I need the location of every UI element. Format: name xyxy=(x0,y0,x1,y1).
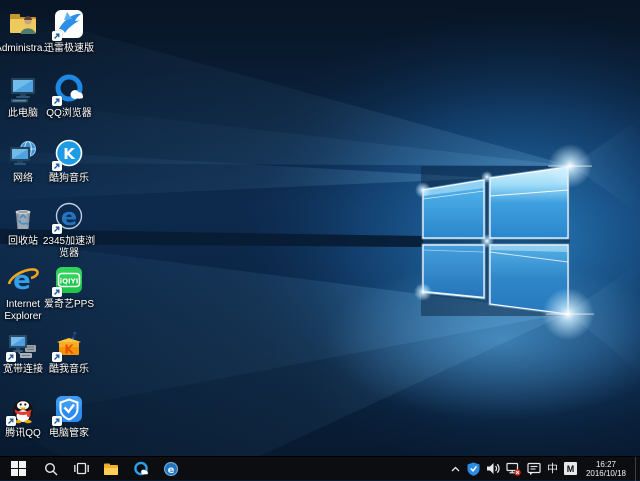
desktop-icon-label: 爱奇艺PPS xyxy=(38,299,100,311)
qq-browser-icon xyxy=(133,461,149,477)
system-tray: 中 M 16:27 2016/10/18 xyxy=(450,457,640,481)
task-view-button[interactable] xyxy=(66,457,96,481)
search-icon xyxy=(44,462,58,476)
desktop-icon-thunder[interactable]: 迅雷极速版 xyxy=(38,8,100,55)
clock-time: 16:27 xyxy=(586,460,626,469)
ime-language-badge: M xyxy=(564,462,577,475)
shortcut-arrow-icon xyxy=(6,416,16,426)
desktop-icon-label: QQ浏览器 xyxy=(38,108,100,120)
action-center-button[interactable] xyxy=(527,457,541,481)
shortcut-arrow-icon xyxy=(52,416,62,426)
desktop-icon-qq-browser[interactable]: QQ浏览器 xyxy=(38,73,100,120)
desktop-icon-kugou-music[interactable]: K 酷狗音乐 xyxy=(38,138,100,185)
desktop-icon-label: 酷我音乐 xyxy=(38,364,100,376)
shortcut-arrow-icon xyxy=(52,31,62,41)
desktop-icon-label: 2345加速浏览器 xyxy=(38,236,100,260)
speaker-icon xyxy=(486,462,500,475)
network-disconnected-icon xyxy=(506,462,521,476)
action-center-icon xyxy=(527,462,541,476)
shortcut-arrow-icon xyxy=(52,352,62,362)
task-view-icon xyxy=(74,462,89,475)
ime-mode-indicator[interactable]: 中 xyxy=(547,457,558,481)
2345-explorer-icon: e xyxy=(163,461,179,477)
show-desktop-button[interactable] xyxy=(635,457,640,481)
desktop-icon-2345-browser[interactable]: e 2345加速浏览器 xyxy=(38,201,100,260)
desktop[interactable]: Administra... 此电脑 网络 xyxy=(0,0,640,456)
shield-icon xyxy=(467,462,480,476)
taskbar-clock[interactable]: 16:27 2016/10/18 xyxy=(583,460,629,478)
desktop-icon-kuwo-music[interactable]: ♪ K 酷我音乐 xyxy=(38,329,100,376)
chevron-up-icon xyxy=(450,464,461,474)
svg-text:K: K xyxy=(64,343,74,357)
desktop-icon-label: 酷狗音乐 xyxy=(38,173,100,185)
qq-browser-taskbar-button[interactable] xyxy=(126,457,156,481)
svg-text:e: e xyxy=(168,465,175,476)
svg-text:iQIYI: iQIYI xyxy=(60,278,79,286)
desktop-icon-pc-manager[interactable]: 电脑管家 xyxy=(38,393,100,440)
recycle-bin-icon xyxy=(7,201,39,233)
this-pc-icon xyxy=(7,73,39,105)
shortcut-arrow-icon xyxy=(6,352,16,362)
shortcut-arrow-icon xyxy=(52,161,62,171)
internet-explorer-icon: e xyxy=(7,264,39,296)
shortcut-arrow-icon xyxy=(52,287,62,297)
svg-text:K: K xyxy=(63,145,76,163)
clock-date: 2016/10/18 xyxy=(586,469,626,478)
network-status-button[interactable] xyxy=(506,457,521,481)
desktop-icon-label: 电脑管家 xyxy=(38,428,100,440)
start-button[interactable] xyxy=(0,457,36,481)
file-explorer-icon xyxy=(103,462,119,476)
shortcut-arrow-icon xyxy=(52,224,62,234)
desktop-icon-iqiyi-pps[interactable]: iQIYI 爱奇艺PPS xyxy=(38,264,100,311)
svg-text:e: e xyxy=(61,203,77,231)
network-icon xyxy=(7,138,39,170)
windows-logo-icon xyxy=(11,461,26,476)
user-folder-icon xyxy=(7,8,39,40)
show-hidden-icons-button[interactable] xyxy=(450,457,461,481)
ime-language-indicator[interactable]: M xyxy=(564,457,577,481)
taskbar: e xyxy=(0,456,640,480)
search-button[interactable] xyxy=(36,457,66,481)
shortcut-arrow-icon xyxy=(52,96,62,106)
2345-explorer-taskbar-button[interactable]: e xyxy=(156,457,186,481)
volume-button[interactable] xyxy=(486,457,500,481)
desktop-icon-label: 迅雷极速版 xyxy=(38,43,100,55)
file-explorer-button[interactable] xyxy=(96,457,126,481)
pc-manager-tray-button[interactable] xyxy=(467,457,480,481)
